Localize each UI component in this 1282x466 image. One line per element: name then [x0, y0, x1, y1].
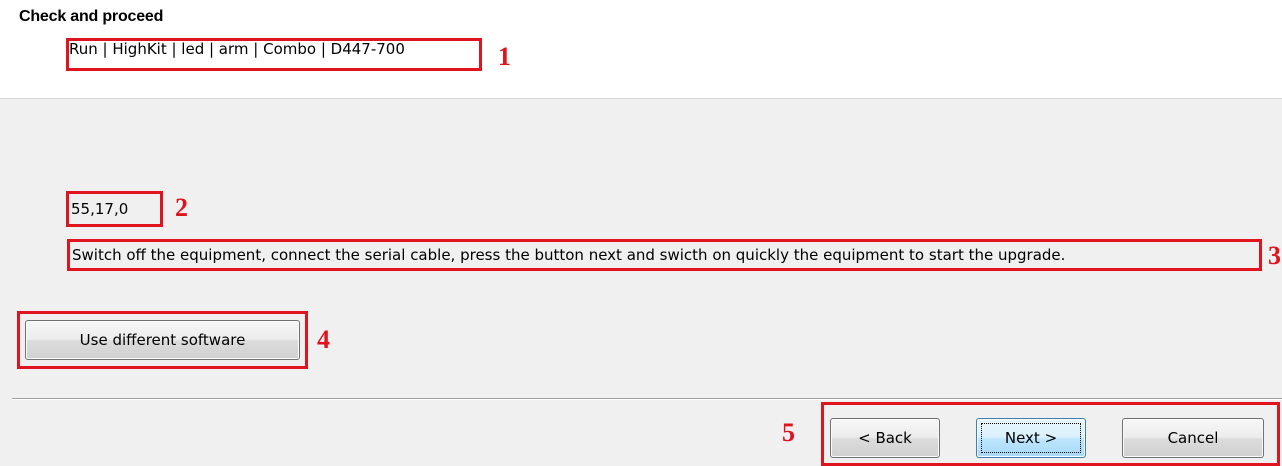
configuration-path: Run | HighKit | led | arm | Combo | D447… — [69, 40, 405, 58]
next-button[interactable]: Next > — [976, 418, 1086, 458]
value-readout: 55,17,0 — [71, 200, 129, 218]
annotation-number-4: 4 — [317, 325, 330, 354]
wizard-header: Check and proceed Run | HighKit | led | … — [0, 0, 1282, 99]
annotation-number-5: 5 — [782, 418, 795, 447]
annotation-number-2: 2 — [175, 193, 188, 222]
annotation-number-3: 3 — [1268, 241, 1281, 270]
back-button[interactable]: < Back — [830, 418, 940, 458]
use-different-software-button[interactable]: Use different software — [25, 320, 300, 360]
next-button-label: Next > — [1004, 429, 1058, 447]
cancel-button[interactable]: Cancel — [1122, 418, 1264, 458]
page-title: Check and proceed — [19, 8, 164, 25]
annotation-number-1: 1 — [498, 42, 511, 71]
instruction-message: Switch off the equipment, connect the se… — [72, 246, 1066, 264]
footer-divider — [12, 398, 1282, 400]
